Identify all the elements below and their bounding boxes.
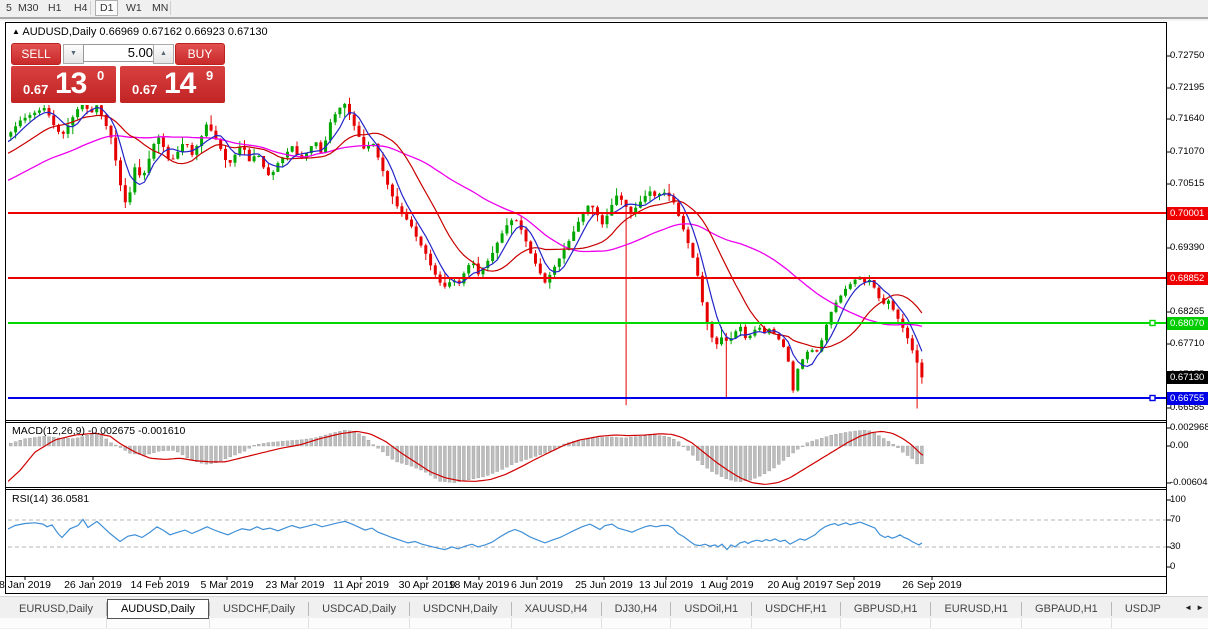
price-tag-0.68852: 0.68852 bbox=[1167, 272, 1208, 285]
chart-tab-usdchf-h1[interactable]: USDCHF,H1 bbox=[752, 599, 840, 619]
price-tag-0.67130: 0.67130 bbox=[1167, 371, 1208, 384]
date-axis-label: 26 Jan 2019 bbox=[64, 579, 122, 591]
strip-line bbox=[670, 618, 671, 628]
chart-tab-usdcnh-daily[interactable]: USDCNH,Daily bbox=[410, 599, 511, 619]
strip-line bbox=[308, 618, 309, 628]
chart-tab-gbpaud-h1[interactable]: GBPAUD,H1 bbox=[1022, 599, 1111, 619]
date-axis-label: 26 Sep 2019 bbox=[902, 579, 962, 591]
rsi-axis-label: 30 bbox=[1170, 541, 1181, 552]
strip-line bbox=[930, 618, 931, 628]
rsi-axis-label: 0 bbox=[1170, 561, 1175, 572]
sell-price-sup: 0 bbox=[97, 68, 104, 83]
date-axis-label: 8 Jan 2019 bbox=[0, 579, 51, 591]
buy-price-sup: 9 bbox=[206, 68, 213, 83]
strip-line bbox=[1111, 618, 1112, 628]
price-axis-label: 0.67710 bbox=[1170, 338, 1204, 349]
strip-line bbox=[1021, 618, 1022, 628]
price-axis-label: 0.72750 bbox=[1170, 50, 1204, 61]
date-axis-label: 7 Sep 2019 bbox=[827, 579, 881, 591]
rsi-label: RSI(14) 36.0581 bbox=[12, 493, 89, 505]
collapse-arrow-icon[interactable]: ▲ bbox=[12, 27, 20, 36]
date-axis-label: 6 Jun 2019 bbox=[511, 579, 563, 591]
axis-ticks bbox=[25, 56, 1171, 580]
date-axis-label: 5 Mar 2019 bbox=[200, 579, 253, 591]
strip-line bbox=[209, 618, 210, 628]
buy-price-box[interactable]: 0.67 14 9 bbox=[120, 66, 225, 103]
chart-tab-usdcad-daily[interactable]: USDCAD,Daily bbox=[309, 599, 409, 619]
price-axis-label: 0.70515 bbox=[1170, 178, 1204, 189]
tab-scroll-left-icon[interactable]: ◄ bbox=[1184, 603, 1192, 612]
sell-price-small: 0.67 bbox=[23, 82, 48, 97]
rsi-axis-label: 100 bbox=[1170, 494, 1186, 505]
date-axis-label: 25 Jun 2019 bbox=[575, 579, 633, 591]
buy-price-big: 14 bbox=[164, 67, 195, 101]
chart-tab-audusd-daily[interactable]: AUDUSD,Daily bbox=[107, 599, 209, 619]
chart-tab-usdjp[interactable]: USDJP bbox=[1112, 599, 1174, 619]
chart-symbol-label: AUDUSD,Daily bbox=[22, 26, 96, 38]
tab-scroll-right-icon[interactable]: ► bbox=[1196, 603, 1204, 612]
price-axis-label: 0.68265 bbox=[1170, 306, 1204, 317]
price-axis-label: 0.72195 bbox=[1170, 82, 1204, 93]
price-axis-label: 0.71640 bbox=[1170, 113, 1204, 124]
volume-input[interactable]: 5.00 bbox=[83, 44, 158, 62]
date-axis-label: 23 Mar 2019 bbox=[266, 579, 325, 591]
strip-line bbox=[409, 618, 410, 628]
chart-tab-eurusd-h1[interactable]: EURUSD,H1 bbox=[931, 599, 1021, 619]
price-tag-0.70001: 0.70001 bbox=[1167, 207, 1208, 220]
macd-axis-label: 0.00 bbox=[1170, 440, 1189, 451]
tab-strip-bottom bbox=[0, 618, 1208, 628]
macd-pane[interactable] bbox=[5, 430, 924, 484]
price-pane[interactable] bbox=[5, 96, 1167, 409]
sell-price-big: 13 bbox=[55, 67, 86, 101]
chart-tab-gbpusd-h1[interactable]: GBPUSD,H1 bbox=[841, 599, 931, 619]
macd-axis-label: 0.002968 bbox=[1170, 422, 1208, 433]
strip-line bbox=[511, 618, 512, 628]
date-axis-label: 13 Jul 2019 bbox=[639, 579, 693, 591]
macd-axis-label: -0.006042 bbox=[1170, 477, 1208, 488]
volume-increase-button[interactable]: ▲ bbox=[153, 44, 174, 64]
buy-price-small: 0.67 bbox=[132, 82, 157, 97]
chart-tab-usdchf-daily[interactable]: USDCHF,Daily bbox=[210, 599, 308, 619]
chart-title: ▲ AUDUSD,Daily 0.66969 0.67162 0.66923 0… bbox=[12, 26, 268, 38]
strip-line bbox=[751, 618, 752, 628]
rsi-pane[interactable] bbox=[3, 519, 1166, 549]
price-axis-label: 0.71070 bbox=[1170, 146, 1204, 157]
chart-tabs: EURUSD,DailyAUDUSD,DailyUSDCHF,DailyUSDC… bbox=[6, 599, 1174, 619]
date-axis-label: 1 Aug 2019 bbox=[700, 579, 753, 591]
date-axis-label: 18 May 2019 bbox=[449, 579, 510, 591]
chart-tab-xauusd-h4[interactable]: XAUUSD,H4 bbox=[512, 599, 601, 619]
chart-ohlc-values: 0.66969 0.67162 0.66923 0.67130 bbox=[99, 26, 267, 38]
date-axis-label: 30 Apr 2019 bbox=[399, 579, 456, 591]
chart-tab-dj30-h4[interactable]: DJ30,H4 bbox=[602, 599, 671, 619]
sell-price-box[interactable]: 0.67 13 0 bbox=[11, 66, 116, 103]
one-click-trade-panel: SELL ▼ 5.00 ▲ BUY 0.67 13 0 0.67 14 9 bbox=[9, 41, 225, 105]
buy-button[interactable]: BUY bbox=[175, 43, 225, 65]
rsi-axis-label: 70 bbox=[1170, 514, 1181, 525]
date-axis-label: 11 Apr 2019 bbox=[333, 579, 389, 591]
date-axis-label: 14 Feb 2019 bbox=[131, 579, 190, 591]
price-axis-label: 0.69390 bbox=[1170, 242, 1204, 253]
date-axis-label: 20 Aug 2019 bbox=[768, 579, 827, 591]
sell-button[interactable]: SELL bbox=[11, 43, 61, 65]
price-tag-0.68070: 0.68070 bbox=[1167, 317, 1208, 330]
trading-terminal: { "toolbar": { "timeframes": [ {"label":… bbox=[0, 0, 1208, 628]
chart-tab-usdoil-h1[interactable]: USDOil,H1 bbox=[671, 599, 751, 619]
volume-decrease-button[interactable]: ▼ bbox=[63, 44, 84, 64]
macd-label: MACD(12,26,9) -0.002675 -0.001610 bbox=[12, 425, 185, 437]
strip-line bbox=[840, 618, 841, 628]
price-tag-0.66755: 0.66755 bbox=[1167, 392, 1208, 405]
strip-line bbox=[601, 618, 602, 628]
chart-tab-eurusd-daily[interactable]: EURUSD,Daily bbox=[6, 599, 106, 619]
strip-line bbox=[106, 618, 107, 628]
